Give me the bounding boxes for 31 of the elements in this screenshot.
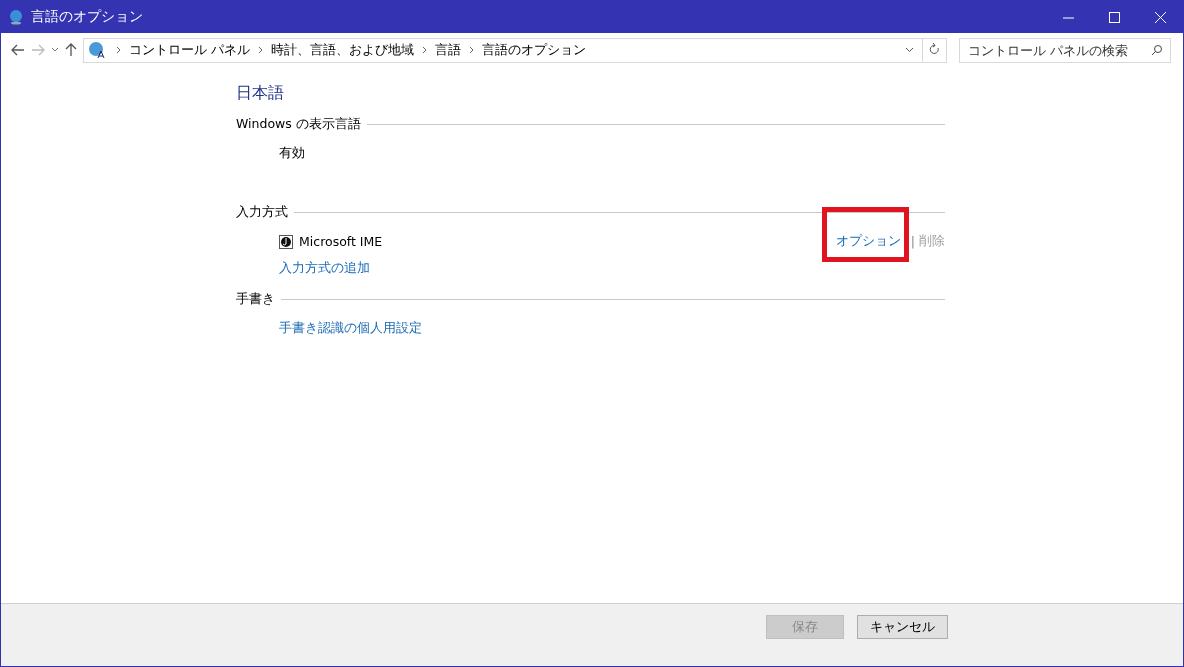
breadcrumb-item[interactable]: 時計、言語、および地域 xyxy=(271,41,415,59)
chevron-right-icon xyxy=(116,46,121,54)
up-arrow-icon[interactable] xyxy=(65,43,77,57)
breadcrumb-item[interactable]: 言語のオプション xyxy=(482,41,587,59)
chevron-right-icon xyxy=(258,46,264,54)
breadcrumb-item[interactable]: 言語 xyxy=(435,41,462,59)
options-link[interactable]: オプション xyxy=(835,233,901,250)
cancel-button[interactable]: キャンセル xyxy=(857,615,948,639)
breadcrumb-item[interactable]: コントロール パネル xyxy=(129,41,251,59)
section-title: 入力方式 xyxy=(236,204,288,221)
address-bar[interactable]: コントロール パネル 時計、言語、および地域 言語 言語のオプション xyxy=(83,37,947,63)
input-method-name: Microsoft IME xyxy=(299,234,383,249)
add-input-method-link[interactable]: 入力方式の追加 xyxy=(279,260,370,275)
maximize-icon xyxy=(1108,11,1120,23)
language-heading: 日本語 xyxy=(236,83,285,104)
globe-icon xyxy=(9,9,23,25)
ime-icon xyxy=(279,234,293,249)
chevron-right-icon xyxy=(469,46,475,54)
search-field[interactable]: コントロール パネルの検索 xyxy=(959,37,1171,63)
section-title: 手書き xyxy=(236,291,275,308)
separator-text: | xyxy=(910,234,915,249)
window-title: 言語のオプション xyxy=(31,8,144,26)
chevron-down-icon[interactable] xyxy=(905,47,914,53)
handwriting-settings-link[interactable]: 手書き認識の個人用設定 xyxy=(279,320,422,335)
section-title: Windows の表示言語 xyxy=(236,116,361,133)
close-icon xyxy=(1154,11,1166,23)
chevron-down-icon[interactable] xyxy=(51,47,59,53)
status-text: 有効 xyxy=(279,145,305,160)
back-arrow-icon[interactable] xyxy=(11,44,25,56)
search-icon xyxy=(1151,43,1163,56)
chevron-right-icon xyxy=(422,46,428,54)
